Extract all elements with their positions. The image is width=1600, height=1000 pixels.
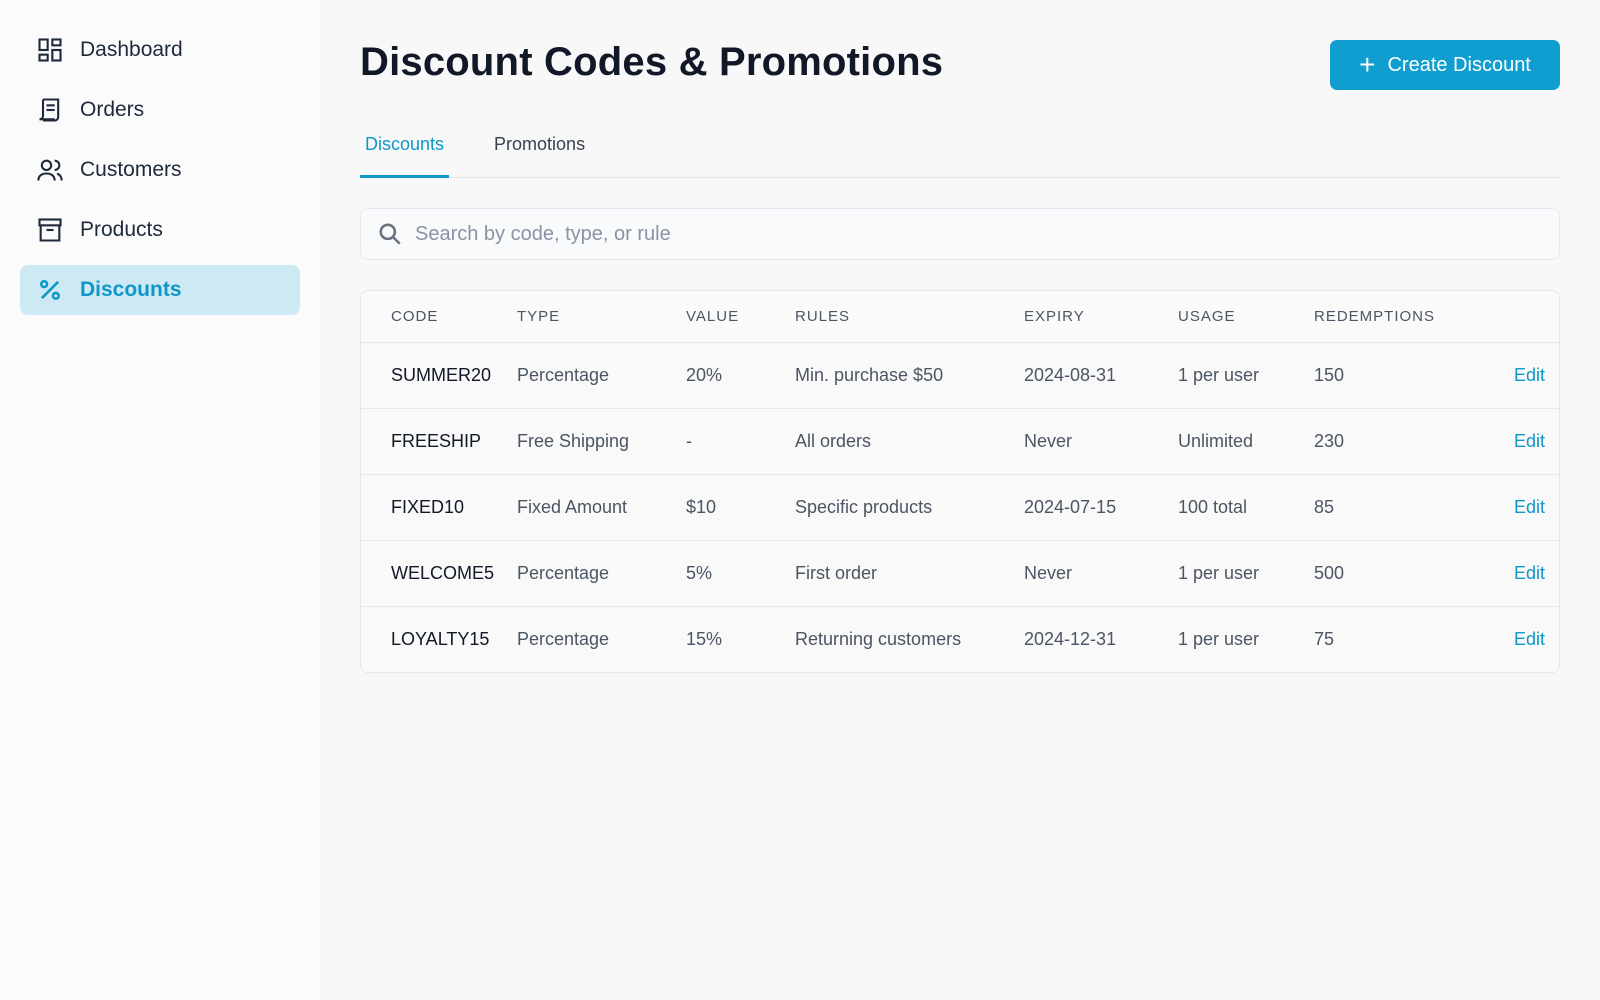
cell-redemptions: 75 [1314,628,1335,649]
plus-icon: + [1359,49,1376,80]
main-content: Discount Codes & Promotions + Create Dis… [360,0,1560,673]
cell-expiry: 2024-12-31 [1024,628,1117,649]
table-row: LOYALTY15 Percentage 15% Returning custo… [361,606,1559,672]
edit-link[interactable]: Edit [1435,540,1559,606]
percent-icon [36,276,64,304]
edit-link[interactable]: Edit [1435,342,1559,408]
cell-value: - [686,430,692,451]
cell-type: Percentage [517,628,610,649]
cell-code: LOYALTY15 [391,628,490,649]
sidebar-item-label: Products [80,218,163,241]
sidebar-item-label: Discounts [80,278,182,301]
cell-expiry: 2024-07-15 [1024,496,1117,517]
cell-redemptions: 150 [1314,364,1345,385]
cell-expiry: 2024-08-31 [1024,364,1117,385]
table-row: FREESHIP Free Shipping - All orders Neve… [361,408,1559,474]
dashboard-icon [36,36,64,64]
cell-expiry: Never [1024,430,1073,451]
cell-type: Fixed Amount [517,496,628,517]
cell-redemptions: 230 [1314,430,1345,451]
receipt-icon [36,96,64,124]
users-icon [36,156,64,184]
sidebar-item-label: Orders [80,98,145,121]
column-header-type[interactable]: TYPE [517,291,686,343]
search-input[interactable] [415,222,1515,246]
cell-usage: 1 per user [1178,562,1260,583]
sidebar-item-customers[interactable]: Customers [20,145,300,195]
cell-code: FIXED10 [391,496,465,517]
table-row: WELCOME5 Percentage 5% First order Never… [361,540,1559,606]
cell-usage: Unlimited [1178,430,1254,451]
column-header-expiry[interactable]: EXPIRY [1024,291,1178,343]
table-row: FIXED10 Fixed Amount $10 Specific produc… [361,474,1559,540]
archive-box-icon [36,216,64,244]
column-header-code[interactable]: CODE [361,291,517,343]
cell-rules: Specific products [795,496,933,517]
column-header-rules[interactable]: RULES [795,291,1024,343]
sidebar-item-dashboard[interactable]: Dashboard [20,25,300,75]
cell-redemptions: 85 [1314,496,1335,517]
cell-value: $10 [686,496,717,517]
edit-link[interactable]: Edit [1435,606,1559,672]
cell-rules: All orders [795,430,872,451]
search-icon [377,221,403,247]
cell-rules: Returning customers [795,628,962,649]
page-header: Discount Codes & Promotions + Create Dis… [360,0,1560,130]
search-bar [360,208,1560,260]
column-header-actions [1435,291,1559,343]
tab-discounts[interactable]: Discounts [360,130,450,178]
cell-value: 15% [686,628,723,649]
cell-type: Percentage [517,364,610,385]
sidebar-item-discounts[interactable]: Discounts [20,265,300,315]
discounts-table: CODE TYPE VALUE RULES EXPIRY USAGE REDEM… [360,290,1560,673]
cell-code: WELCOME5 [391,562,495,583]
create-discount-label: Create Discount [1387,53,1531,76]
sidebar-item-products[interactable]: Products [20,205,300,255]
edit-link[interactable]: Edit [1435,408,1559,474]
cell-redemptions: 500 [1314,562,1345,583]
cell-usage: 100 total [1178,496,1248,517]
sidebar-item-label: Customers [80,158,182,181]
cell-value: 5% [686,562,713,583]
cell-type: Percentage [517,562,610,583]
table-header-row: CODE TYPE VALUE RULES EXPIRY USAGE REDEM… [361,291,1559,343]
table-row: SUMMER20 Percentage 20% Min. purchase $5… [361,342,1559,408]
cell-value: 20% [686,364,723,385]
cell-code: FREESHIP [391,430,482,451]
column-header-value[interactable]: VALUE [686,291,795,343]
cell-code: SUMMER20 [391,364,492,385]
sidebar-item-orders[interactable]: Orders [20,85,300,135]
cell-expiry: Never [1024,562,1073,583]
page-title: Discount Codes & Promotions [360,40,944,84]
column-header-usage[interactable]: USAGE [1178,291,1314,343]
cell-type: Free Shipping [517,430,630,451]
cell-usage: 1 per user [1178,364,1260,385]
column-header-redemptions[interactable]: REDEMPTIONS [1314,291,1436,343]
cell-usage: 1 per user [1178,628,1260,649]
cell-rules: Min. purchase $50 [795,364,944,385]
sidebar-item-label: Dashboard [80,38,183,61]
tab-promotions[interactable]: Promotions [489,130,590,178]
tab-bar: Discounts Promotions [360,130,1560,178]
edit-link[interactable]: Edit [1435,474,1559,540]
cell-rules: First order [795,562,878,583]
sidebar: Dashboard Orders Customers Products Disc… [0,0,320,1000]
create-discount-button[interactable]: + Create Discount [1330,40,1560,90]
